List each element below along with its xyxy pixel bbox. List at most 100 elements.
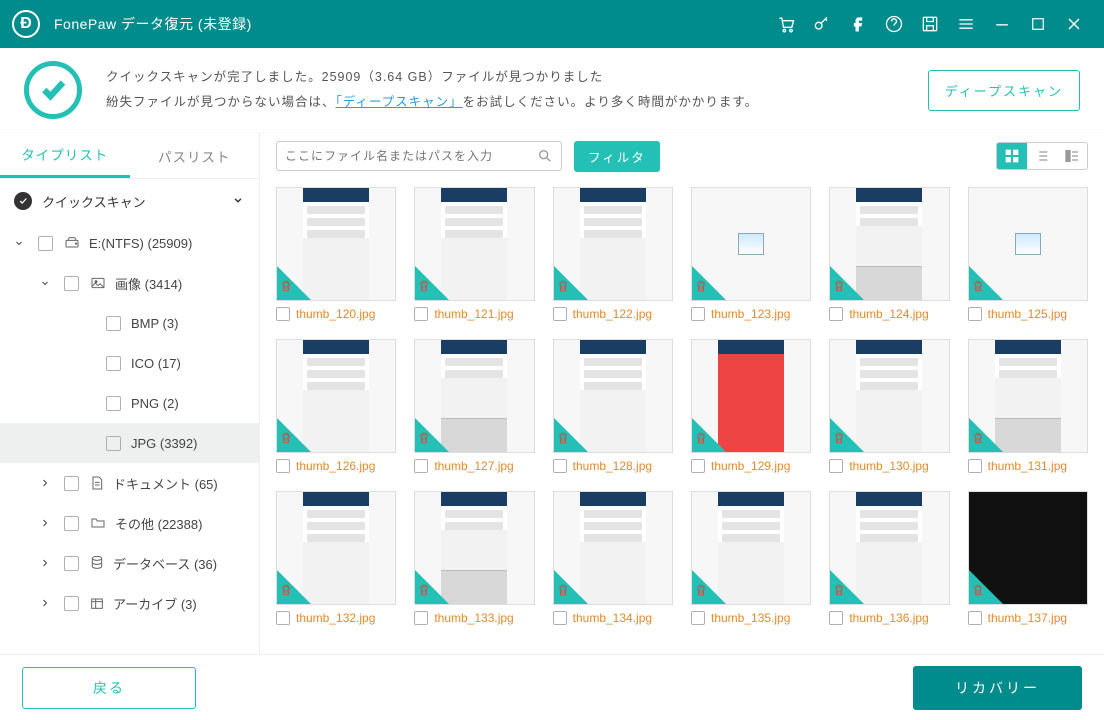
tree-checkbox[interactable] bbox=[106, 396, 121, 411]
tree-node[interactable]: PNG (2) bbox=[0, 383, 259, 423]
thumbnail[interactable] bbox=[691, 187, 811, 301]
recover-button[interactable]: リカバリー bbox=[913, 666, 1082, 710]
thumbnail[interactable] bbox=[968, 339, 1088, 453]
item-checkbox[interactable] bbox=[829, 611, 843, 625]
item-checkbox[interactable] bbox=[968, 307, 982, 321]
grid-item[interactable]: thumb_133.jpg bbox=[414, 491, 534, 625]
expand-arrow-icon[interactable] bbox=[36, 597, 54, 609]
grid-item[interactable]: thumb_125.jpg bbox=[968, 187, 1088, 321]
item-checkbox[interactable] bbox=[276, 611, 290, 625]
grid-item[interactable]: thumb_131.jpg bbox=[968, 339, 1088, 473]
tree-node[interactable]: JPG (3392) bbox=[0, 423, 259, 463]
expand-arrow-icon[interactable] bbox=[36, 517, 54, 529]
tree-node[interactable]: ICO (17) bbox=[0, 343, 259, 383]
thumbnail[interactable] bbox=[829, 491, 949, 605]
tree-checkbox[interactable] bbox=[64, 276, 79, 291]
item-checkbox[interactable] bbox=[829, 459, 843, 473]
grid-item[interactable]: thumb_134.jpg bbox=[553, 491, 673, 625]
item-checkbox[interactable] bbox=[414, 611, 428, 625]
grid-item[interactable]: thumb_120.jpg bbox=[276, 187, 396, 321]
item-checkbox[interactable] bbox=[553, 611, 567, 625]
tab-path-list[interactable]: パスリスト bbox=[130, 133, 260, 178]
tree-checkbox[interactable] bbox=[64, 596, 79, 611]
back-button[interactable]: 戻る bbox=[22, 667, 196, 709]
thumbnail[interactable] bbox=[414, 491, 534, 605]
grid-item[interactable]: thumb_132.jpg bbox=[276, 491, 396, 625]
tab-type-list[interactable]: タイプリスト bbox=[0, 133, 130, 178]
thumbnail[interactable] bbox=[276, 491, 396, 605]
tree-node[interactable]: アーカイブ (3) bbox=[0, 583, 259, 623]
view-list-button[interactable] bbox=[1027, 143, 1057, 169]
item-checkbox[interactable] bbox=[691, 459, 705, 473]
tree-node[interactable]: 画像 (3414) bbox=[0, 263, 259, 303]
tree-node[interactable]: ドキュメント (65) bbox=[0, 463, 259, 503]
facebook-icon[interactable] bbox=[840, 0, 876, 48]
thumbnail[interactable] bbox=[968, 187, 1088, 301]
expand-arrow-icon[interactable] bbox=[10, 237, 28, 249]
expand-arrow-icon[interactable] bbox=[36, 477, 54, 489]
tree-checkbox[interactable] bbox=[64, 476, 79, 491]
grid-item[interactable]: thumb_123.jpg bbox=[691, 187, 811, 321]
item-checkbox[interactable] bbox=[968, 611, 982, 625]
deep-scan-link[interactable]: 「ディープスキャン」 bbox=[336, 95, 463, 109]
thumbnail[interactable] bbox=[968, 491, 1088, 605]
tree-checkbox[interactable] bbox=[64, 516, 79, 531]
tree-checkbox[interactable] bbox=[106, 316, 121, 331]
thumbnail[interactable] bbox=[691, 339, 811, 453]
scan-section-header[interactable]: クイックスキャン bbox=[0, 179, 259, 223]
thumbnail[interactable] bbox=[691, 491, 811, 605]
grid-item[interactable]: thumb_122.jpg bbox=[553, 187, 673, 321]
thumbnail[interactable] bbox=[829, 339, 949, 453]
item-checkbox[interactable] bbox=[829, 307, 843, 321]
help-icon[interactable] bbox=[876, 0, 912, 48]
save-icon[interactable] bbox=[912, 0, 948, 48]
grid-item[interactable]: thumb_137.jpg bbox=[968, 491, 1088, 625]
thumbnail[interactable] bbox=[553, 339, 673, 453]
maximize-icon[interactable] bbox=[1020, 0, 1056, 48]
tree-node[interactable]: データベース (36) bbox=[0, 543, 259, 583]
thumbnail[interactable] bbox=[276, 339, 396, 453]
key-icon[interactable] bbox=[804, 0, 840, 48]
grid-item[interactable]: thumb_135.jpg bbox=[691, 491, 811, 625]
grid-item[interactable]: thumb_127.jpg bbox=[414, 339, 534, 473]
grid-item[interactable]: thumb_129.jpg bbox=[691, 339, 811, 473]
thumbnail[interactable] bbox=[276, 187, 396, 301]
thumbnail[interactable] bbox=[553, 491, 673, 605]
item-checkbox[interactable] bbox=[414, 307, 428, 321]
item-checkbox[interactable] bbox=[553, 307, 567, 321]
grid-item[interactable]: thumb_121.jpg bbox=[414, 187, 534, 321]
grid-item[interactable]: thumb_136.jpg bbox=[829, 491, 949, 625]
expand-arrow-icon[interactable] bbox=[36, 277, 54, 289]
tree-node[interactable]: その他 (22388) bbox=[0, 503, 259, 543]
menu-icon[interactable] bbox=[948, 0, 984, 48]
filter-button[interactable]: フィルタ bbox=[574, 141, 660, 172]
item-checkbox[interactable] bbox=[276, 307, 290, 321]
expand-arrow-icon[interactable] bbox=[36, 557, 54, 569]
thumbnail[interactable] bbox=[829, 187, 949, 301]
item-checkbox[interactable] bbox=[968, 459, 982, 473]
view-detail-button[interactable] bbox=[1057, 143, 1087, 169]
view-grid-button[interactable] bbox=[997, 143, 1027, 169]
tree-checkbox[interactable] bbox=[64, 556, 79, 571]
tree-node[interactable]: E:(NTFS) (25909) bbox=[0, 223, 259, 263]
item-checkbox[interactable] bbox=[553, 459, 567, 473]
cart-icon[interactable] bbox=[768, 0, 804, 48]
tree-node[interactable]: BMP (3) bbox=[0, 303, 259, 343]
tree-checkbox[interactable] bbox=[38, 236, 53, 251]
thumbnail[interactable] bbox=[553, 187, 673, 301]
thumbnail[interactable] bbox=[414, 339, 534, 453]
item-checkbox[interactable] bbox=[276, 459, 290, 473]
search-box[interactable] bbox=[276, 141, 562, 171]
item-checkbox[interactable] bbox=[414, 459, 428, 473]
minimize-icon[interactable] bbox=[984, 0, 1020, 48]
thumbnail[interactable] bbox=[414, 187, 534, 301]
search-input[interactable] bbox=[285, 149, 537, 163]
close-icon[interactable] bbox=[1056, 0, 1092, 48]
tree-checkbox[interactable] bbox=[106, 436, 121, 451]
chevron-down-icon[interactable] bbox=[231, 193, 245, 210]
grid-item[interactable]: thumb_124.jpg bbox=[829, 187, 949, 321]
grid-item[interactable]: thumb_126.jpg bbox=[276, 339, 396, 473]
tree-checkbox[interactable] bbox=[106, 356, 121, 371]
deep-scan-button[interactable]: ディープスキャン bbox=[928, 70, 1080, 111]
grid-item[interactable]: thumb_130.jpg bbox=[829, 339, 949, 473]
